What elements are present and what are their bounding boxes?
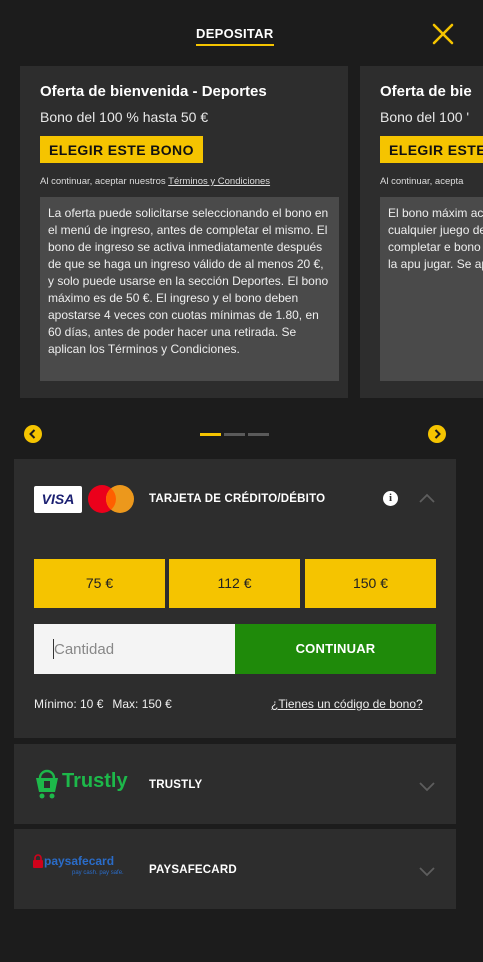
terms-link[interactable]: Términos y Condiciones (168, 176, 270, 187)
page-title: DEPOSITAR (196, 26, 274, 46)
payment-method-trustly[interactable]: Trustly TRUSTLY (14, 744, 456, 824)
pagination-dot[interactable] (200, 433, 221, 436)
pagination-dot[interactable] (224, 433, 245, 436)
text-caret (53, 639, 54, 659)
chevron-down-icon[interactable] (418, 780, 436, 792)
offer-description: La oferta puede solicitarse seleccionand… (40, 197, 339, 381)
payment-method-label: TARJETA DE CRÉDITO/DÉBITO (149, 493, 326, 505)
offer-card: Oferta de bienvenida - Deportes Bono del… (20, 66, 348, 398)
close-icon[interactable] (431, 22, 455, 46)
choose-bonus-button[interactable]: ELEGIR ESTE BONO (40, 136, 203, 163)
chevron-right-icon[interactable] (428, 425, 446, 443)
amount-input[interactable] (34, 624, 235, 674)
visa-icon: VISA (34, 486, 82, 513)
amount-option-button[interactable]: 75 € (34, 559, 165, 608)
header: DEPOSITAR (0, 0, 483, 66)
continue-button[interactable]: CONTINUAR (235, 624, 436, 674)
offer-terms: Al continuar, acepta (380, 176, 483, 187)
payment-method-label: PAYSAFECARD (149, 864, 237, 876)
payment-method-label: TRUSTLY (149, 779, 203, 791)
terms-prefix: Al continuar, aceptar nuestros (40, 176, 169, 187)
chevron-up-icon[interactable] (418, 491, 436, 503)
trustly-logo-text: Trustly (62, 770, 128, 792)
amount-option-button[interactable]: 112 € (169, 559, 300, 608)
deposit-limits: Mínimo: 10 € Max: 150 € (34, 697, 172, 711)
paysafecard-tagline: pay cash. pay safe. (72, 870, 124, 876)
offer-subtitle: Bono del 100 % hasta 50 € (40, 109, 209, 125)
offer-subtitle: Bono del 100 ' (380, 109, 470, 125)
info-icon[interactable]: i (383, 491, 398, 506)
chevron-left-icon[interactable] (24, 425, 42, 443)
offer-card: Oferta de bie Bono del 100 ' ELEGIR ESTE… (360, 66, 483, 398)
trustly-logo: Trustly (34, 768, 134, 800)
min-limit: Mínimo: 10 € (34, 697, 104, 711)
offer-description: El bono máxim activa inmedia ingreso vál… (380, 197, 483, 381)
offer-title: Oferta de bienvenida - Deportes (40, 83, 267, 100)
offer-carousel: Oferta de bienvenida - Deportes Bono del… (0, 66, 483, 398)
payment-method-card: VISA TARJETA DE CRÉDITO/DÉBITO i 75 € 11… (14, 459, 456, 738)
paysafecard-logo: paysafecard pay cash. pay safe. (32, 854, 134, 884)
offer-title: Oferta de bie (380, 83, 472, 100)
amount-option-button[interactable]: 150 € (305, 559, 436, 608)
pagination-dot[interactable] (248, 433, 269, 436)
max-limit: Max: 150 € (112, 697, 172, 711)
payment-method-card-header[interactable]: VISA TARJETA DE CRÉDITO/DÉBITO i (14, 459, 456, 539)
mastercard-icon (88, 485, 134, 513)
bonus-code-link[interactable]: ¿Tienes un código de bono? (271, 697, 423, 711)
chevron-down-icon[interactable] (418, 865, 436, 877)
payment-method-paysafecard[interactable]: paysafecard pay cash. pay safe. PAYSAFEC… (14, 829, 456, 909)
quick-amounts: 75 € 112 € 150 € (34, 559, 436, 608)
paysafecard-logo-text: paysafecard (44, 854, 115, 868)
choose-bonus-button[interactable]: ELEGIR ESTE (380, 136, 483, 163)
offer-terms: Al continuar, aceptar nuestros Términos … (40, 176, 348, 187)
terms-prefix: Al continuar, acepta (380, 176, 464, 187)
